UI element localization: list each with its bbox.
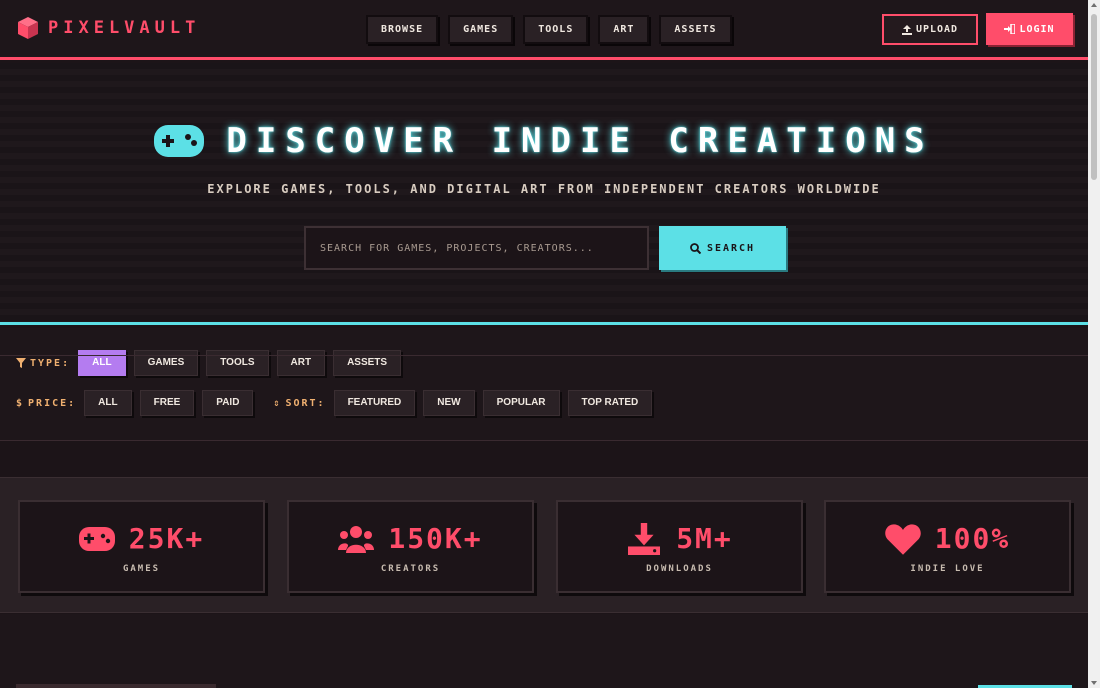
- stat-card-creators: 150K+ CREATORS: [287, 500, 534, 593]
- sort-icon: ⇕: [273, 397, 282, 409]
- login-icon: [1004, 24, 1016, 34]
- filter-bottom-border: [0, 440, 1088, 441]
- funnel-icon: [16, 358, 26, 368]
- stat-value: 25K+: [128, 522, 205, 555]
- nav-games[interactable]: GAMES: [448, 15, 514, 44]
- site-header: PIXELVAULT BROWSE GAMES TOOLS ART ASSETS…: [0, 0, 1088, 60]
- type-chip-games[interactable]: GAMES: [133, 350, 199, 376]
- heart-icon: [885, 523, 921, 555]
- stat-value: 5M+: [676, 522, 733, 555]
- hero-heading: DISCOVER INDIE CREATIONS: [226, 121, 934, 161]
- stat-label: GAMES: [122, 564, 161, 574]
- filter-divider: [0, 355, 1088, 356]
- sort-label: ⇕ SORT:: [273, 398, 325, 409]
- scroll-up-arrow[interactable]: [1091, 3, 1097, 7]
- sort-chip-featured[interactable]: FEATURED: [333, 390, 416, 416]
- download-icon: [628, 522, 661, 555]
- search-button-label: SEARCH: [706, 242, 756, 254]
- price-chip-free[interactable]: FREE: [139, 390, 195, 416]
- hero-subtitle: EXPLORE GAMES, TOOLS, AND DIGITAL ART FR…: [207, 182, 881, 196]
- users-icon: [338, 525, 375, 553]
- type-chip-all[interactable]: ALL: [78, 350, 126, 376]
- stat-label: DOWNLOADS: [646, 564, 713, 574]
- search-input[interactable]: [304, 226, 649, 270]
- nav-tools[interactable]: TOOLS: [523, 15, 589, 44]
- sort-chip-new[interactable]: NEW: [423, 390, 475, 416]
- logo[interactable]: PIXELVAULT: [16, 16, 200, 40]
- sort-chip-top-rated[interactable]: TOP RATED: [567, 390, 653, 416]
- nav-assets[interactable]: ASSETS: [659, 15, 732, 44]
- upload-icon: [901, 24, 912, 35]
- page-scrollbar[interactable]: [1088, 0, 1100, 688]
- stat-card-games: 25K+ GAMES: [18, 500, 265, 593]
- type-chip-assets[interactable]: ASSETS: [333, 350, 402, 376]
- price-label-text: PRICE:: [28, 397, 77, 409]
- stat-label: CREATORS: [380, 564, 441, 574]
- content-section: [0, 614, 1088, 688]
- price-chip-all[interactable]: ALL: [84, 390, 132, 416]
- hero-title: DISCOVER INDIE CREATIONS: [0, 121, 1088, 161]
- logo-text: PIXELVAULT: [48, 18, 201, 38]
- gamepad-icon: [78, 526, 115, 551]
- type-filter-label: TYPE:: [16, 358, 70, 369]
- stat-value: 100%: [934, 522, 1011, 555]
- scroll-thumb[interactable]: [1091, 14, 1097, 180]
- nav-art[interactable]: ART: [598, 15, 650, 44]
- price-sort-row: $ PRICE: ALL FREE PAID ⇕ SORT: FEATURED …: [16, 390, 653, 416]
- upload-button[interactable]: UPLOAD: [882, 14, 978, 45]
- price-chip-paid[interactable]: PAID: [202, 390, 254, 416]
- type-label-text: TYPE:: [30, 357, 71, 369]
- sort-label-text: SORT:: [285, 397, 326, 409]
- stat-card-indie-love: 100% INDIE LOVE: [824, 500, 1071, 593]
- type-chip-tools[interactable]: TOOLS: [206, 350, 269, 376]
- dollar-icon: $: [16, 397, 25, 409]
- hero-section: DISCOVER INDIE CREATIONS EXPLORE GAMES, …: [0, 63, 1088, 325]
- login-label: LOGIN: [1019, 23, 1055, 35]
- sort-chip-popular[interactable]: POPULAR: [482, 390, 560, 416]
- search-button[interactable]: SEARCH: [659, 226, 786, 270]
- scroll-down-arrow[interactable]: [1091, 681, 1097, 685]
- type-chip-art[interactable]: ART: [276, 350, 326, 376]
- stats-section: 25K+ GAMES 150K+ CREATORS 5M+ DOWNLOADS …: [0, 477, 1088, 613]
- section-heading-partial: [16, 684, 216, 688]
- cube-icon: [18, 17, 38, 39]
- gamepad-icon: [154, 125, 205, 157]
- main-nav: BROWSE GAMES TOOLS ART ASSETS: [366, 15, 732, 44]
- nav-browse[interactable]: BROWSE: [366, 15, 439, 44]
- type-filter-row: TYPE: ALL GAMES TOOLS ART ASSETS: [16, 350, 402, 376]
- search-icon: [690, 242, 701, 254]
- upload-label: UPLOAD: [915, 24, 959, 35]
- stat-value: 150K+: [388, 522, 483, 555]
- stat-card-downloads: 5M+ DOWNLOADS: [556, 500, 803, 593]
- price-filter-label: $ PRICE:: [16, 398, 76, 409]
- filter-bar: TYPE: ALL GAMES TOOLS ART ASSETS $ PRICE…: [0, 328, 1088, 441]
- stat-label: INDIE LOVE: [910, 564, 985, 574]
- login-button[interactable]: LOGIN: [986, 13, 1073, 45]
